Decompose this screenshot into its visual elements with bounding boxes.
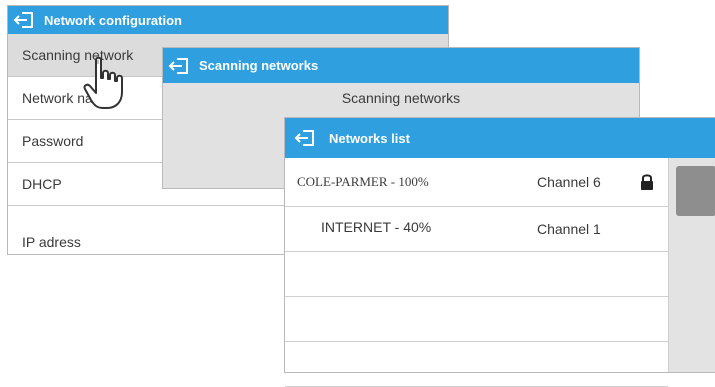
back-arrow-icon[interactable]: [8, 6, 40, 34]
window-title: Network configuration: [44, 12, 182, 28]
back-arrow-icon[interactable]: [163, 48, 195, 83]
network-row[interactable]: INTERNET - 40% Channel 1: [285, 207, 668, 252]
window-title: Scanning networks: [199, 58, 319, 73]
network-name: COLE-PARMER - 100%: [297, 174, 429, 189]
network-row[interactable]: [285, 297, 668, 342]
network-channel: Channel 1: [537, 221, 601, 237]
networks-list-titlebar: Networks list: [285, 118, 715, 158]
network-row[interactable]: [285, 342, 668, 387]
scrollbar-track[interactable]: [668, 158, 715, 372]
network-configuration-titlebar: Network configuration: [8, 6, 448, 34]
window-title: Networks list: [329, 130, 410, 146]
network-channel: Channel 6: [537, 174, 601, 190]
networks-list: COLE-PARMER - 100% Channel 6 INTERNET - …: [285, 162, 668, 387]
menu-item-label: IP adress: [22, 234, 81, 250]
network-name: INTERNET - 40%: [321, 219, 432, 235]
network-row[interactable]: [285, 252, 668, 297]
scanning-networks-titlebar: Scanning networks: [163, 48, 639, 83]
hand-pointer-icon: [83, 56, 123, 109]
menu-item-label: DHCP: [22, 176, 62, 192]
scanning-status-text: Scanning networks: [341, 90, 461, 106]
networks-list-window: Networks list COLE-PARMER - 100% Channel…: [285, 118, 715, 387]
network-row[interactable]: COLE-PARMER - 100% Channel 6: [285, 162, 668, 207]
scrollbar-thumb[interactable]: [676, 166, 715, 216]
menu-item-label: Password: [22, 133, 84, 149]
back-arrow-icon[interactable]: [285, 118, 325, 158]
lock-icon: [640, 173, 654, 194]
